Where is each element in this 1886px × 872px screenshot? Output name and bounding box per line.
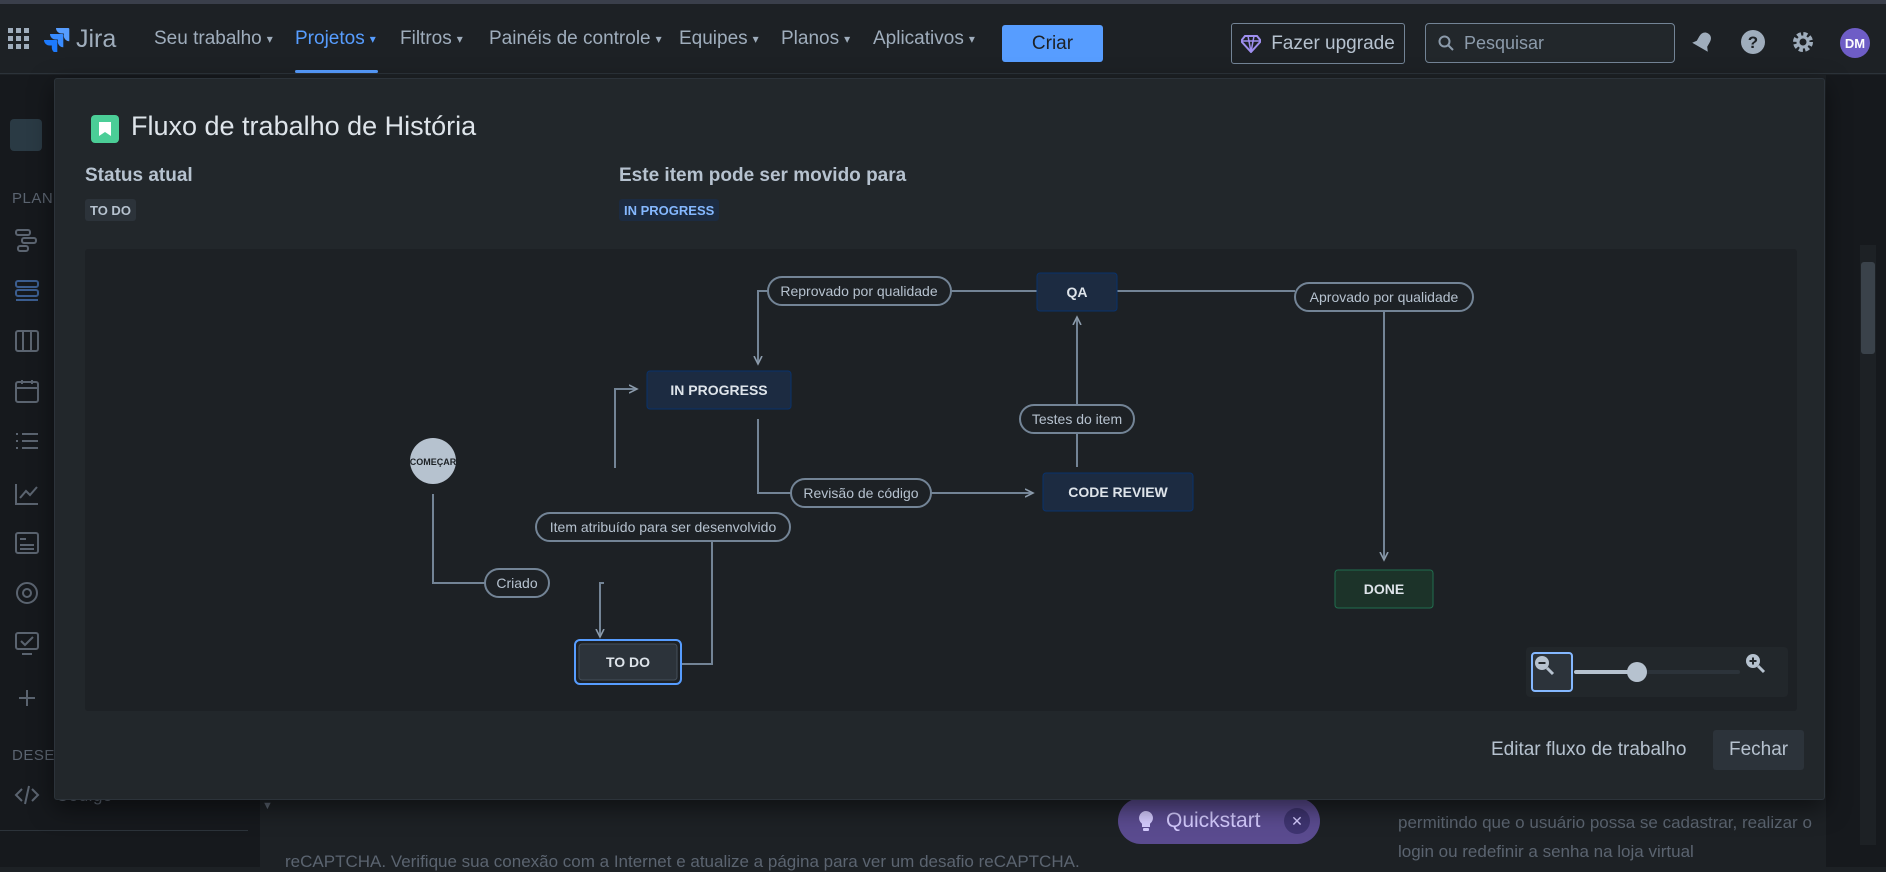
svg-text:?: ? bbox=[1748, 33, 1758, 52]
calendar-icon[interactable] bbox=[14, 378, 42, 406]
status-node-in-progress-label: IN PROGRESS bbox=[670, 382, 767, 398]
quickstart-button[interactable]: Quickstart ✕ bbox=[1118, 798, 1320, 844]
chevron-down-icon: ▾ bbox=[844, 32, 851, 46]
right-panel-background bbox=[1826, 75, 1886, 867]
nav-equipes[interactable]: Equipes ▾ bbox=[679, 4, 759, 74]
settings-button[interactable] bbox=[1786, 25, 1820, 59]
edit-workflow-button[interactable]: Editar fluxo de trabalho bbox=[1475, 730, 1702, 770]
help-icon: ? bbox=[1741, 30, 1765, 54]
nav-label: Painéis de controle bbox=[489, 28, 651, 49]
modal-title: Fluxo de trabalho de História bbox=[131, 111, 477, 141]
notifications-button[interactable] bbox=[1686, 25, 1720, 59]
edge-todo-right bbox=[682, 541, 713, 665]
components-icon[interactable] bbox=[14, 580, 42, 608]
chevron-down-icon: ▾ bbox=[968, 32, 975, 46]
nav-label: Planos bbox=[781, 28, 840, 49]
transition-testes-label: Testes do item bbox=[1032, 411, 1122, 427]
nav-planos[interactable]: Planos ▾ bbox=[781, 4, 850, 74]
code-icon[interactable] bbox=[14, 782, 42, 810]
edge-criado-2 bbox=[600, 582, 604, 637]
help-button[interactable]: ? bbox=[1736, 25, 1770, 59]
transition-criado-label: Criado bbox=[496, 575, 537, 591]
status-node-done-label: DONE bbox=[1364, 581, 1404, 597]
status-node-qa-label: QA bbox=[1067, 284, 1088, 300]
nav-label: Seu trabalho bbox=[154, 28, 262, 49]
chevron-down-icon: ▾ bbox=[752, 32, 759, 46]
edge-atribuido-up bbox=[614, 389, 637, 468]
chevron-down-icon: ▾ bbox=[266, 32, 273, 46]
project-avatar-icon bbox=[10, 119, 42, 151]
next-status-badge[interactable]: IN PROGRESS bbox=[619, 199, 720, 221]
recaptcha-message: reCAPTCHA. Verifique sua conexão com a I… bbox=[285, 852, 1080, 871]
nav-label: Projetos bbox=[295, 28, 365, 49]
add-icon[interactable] bbox=[14, 685, 42, 713]
app-switcher-icon[interactable] bbox=[8, 28, 30, 50]
nav-label: Filtros bbox=[400, 28, 452, 49]
chevron-down-icon: ▾ bbox=[369, 32, 376, 46]
active-nav-indicator bbox=[295, 70, 378, 73]
quickstart-label: Quickstart bbox=[1166, 809, 1261, 832]
releases-icon[interactable] bbox=[14, 630, 42, 658]
search-icon bbox=[1438, 35, 1454, 51]
jira-logo[interactable]: Jira bbox=[44, 24, 116, 54]
close-button[interactable]: Fechar bbox=[1713, 730, 1805, 770]
nav-seu-trabalho[interactable]: Seu trabalho ▾ bbox=[154, 4, 273, 74]
zoom-in-button[interactable] bbox=[1744, 652, 1786, 692]
current-status-badge: TO DO bbox=[85, 199, 136, 221]
zoom-controls bbox=[1526, 647, 1788, 697]
nav-filtros[interactable]: Filtros ▾ bbox=[400, 4, 463, 74]
reports-icon[interactable] bbox=[14, 480, 42, 508]
nav-projetos[interactable]: Projetos ▾ bbox=[295, 4, 376, 74]
workflow-modal: Fluxo de trabalho de História Status atu… bbox=[54, 78, 1825, 800]
list-icon[interactable] bbox=[14, 428, 42, 456]
transition-reprovado-label: Reprovado por qualidade bbox=[780, 283, 937, 299]
workflow-diagram[interactable]: COMEÇAR Criado Item atribuído para ser d… bbox=[85, 249, 1797, 711]
top-navigation: Jira Seu trabalho ▾ Projetos ▾ Filtros ▾ Pa… bbox=[0, 4, 1886, 74]
zoom-in-icon bbox=[1746, 654, 1766, 674]
current-status-label: Status atual bbox=[85, 165, 193, 186]
edge-reprovado-2 bbox=[758, 290, 768, 364]
nav-label: Aplicativos bbox=[873, 28, 964, 49]
zoom-out-button[interactable] bbox=[1531, 652, 1573, 692]
upgrade-label: Fazer upgrade bbox=[1271, 32, 1395, 54]
avatar[interactable]: DM bbox=[1840, 28, 1870, 58]
can-move-label: Este item pode ser movido para bbox=[619, 165, 907, 186]
zoom-out-icon bbox=[1535, 656, 1555, 676]
nav-aplicativos[interactable]: Aplicativos ▾ bbox=[873, 4, 975, 74]
board-icon[interactable] bbox=[14, 328, 42, 356]
forms-icon[interactable] bbox=[14, 530, 42, 558]
jira-logo-text: Jira bbox=[76, 24, 117, 53]
create-button[interactable]: Criar bbox=[1002, 25, 1103, 62]
issue-description-text: permitindo que o usuário possa se cadast… bbox=[1398, 813, 1812, 861]
story-icon bbox=[91, 115, 119, 143]
lightbulb-icon bbox=[1139, 811, 1153, 831]
status-node-code-review-label: CODE REVIEW bbox=[1068, 484, 1168, 500]
close-icon[interactable]: ✕ bbox=[1284, 808, 1310, 834]
gear-icon bbox=[1793, 32, 1813, 52]
nav-label: Equipes bbox=[679, 28, 748, 49]
timeline-icon[interactable] bbox=[14, 227, 42, 255]
start-node-label: COMEÇAR bbox=[410, 457, 457, 467]
zoom-slider-handle[interactable] bbox=[1627, 662, 1648, 682]
chevron-down-icon: ▾ bbox=[456, 32, 463, 46]
upgrade-button[interactable]: Fazer upgrade bbox=[1231, 23, 1405, 64]
nav-paineis[interactable]: Painéis de controle ▾ bbox=[489, 4, 662, 74]
chevron-down-icon: ▾ bbox=[655, 32, 662, 46]
jira-logo-icon bbox=[44, 28, 70, 52]
notification-bell-icon bbox=[1692, 32, 1711, 52]
sidebar-divider bbox=[0, 830, 248, 831]
status-node-todo-label: TO DO bbox=[606, 654, 650, 670]
transition-aprovado-label: Aprovado por qualidade bbox=[1310, 289, 1459, 305]
transition-atribuido-label: Item atribuído para ser desenvolvido bbox=[550, 519, 777, 535]
sidebar-scroll-arrow[interactable]: ▼ bbox=[262, 800, 280, 850]
workflow-svg: COMEÇAR Criado Item atribuído para ser d… bbox=[410, 272, 1474, 685]
scrollbar-thumb[interactable] bbox=[1861, 262, 1875, 354]
backlog-icon[interactable] bbox=[14, 278, 42, 306]
search-input[interactable]: Pesquisar bbox=[1425, 23, 1675, 63]
edge-criado bbox=[432, 494, 485, 584]
edge-revisao bbox=[757, 419, 791, 494]
gem-icon bbox=[1241, 34, 1262, 53]
search-placeholder: Pesquisar bbox=[1464, 32, 1545, 53]
transition-revisao-label: Revisão de código bbox=[803, 485, 918, 501]
